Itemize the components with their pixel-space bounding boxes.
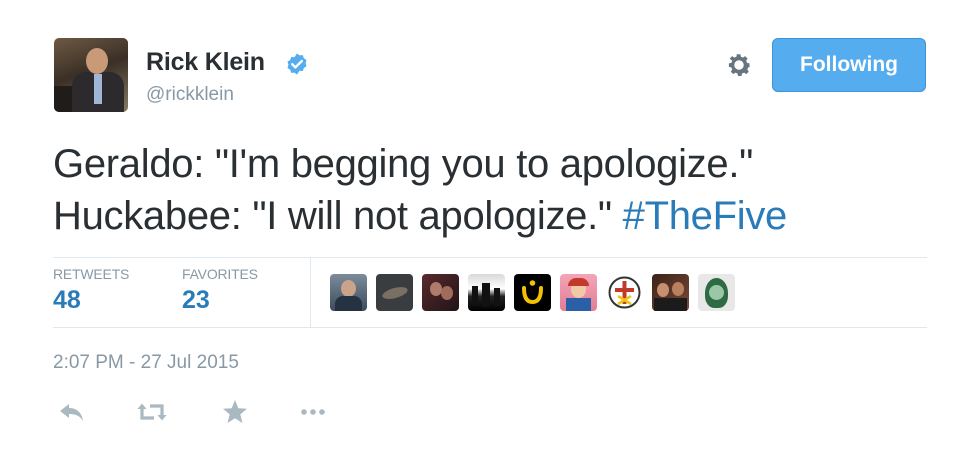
gear-icon[interactable] — [724, 50, 754, 80]
hashtag-link[interactable]: #TheFive — [623, 194, 788, 238]
reply-icon[interactable] — [56, 398, 88, 426]
tweet-line-1: Geraldo: "I'm begging you to apologize." — [53, 142, 754, 186]
nun-glyph-icon — [522, 280, 543, 305]
favoriter-avatar-6[interactable] — [560, 274, 597, 311]
favoriter-avatar-1[interactable] — [330, 274, 367, 311]
favoriter-avatar-7[interactable] — [606, 274, 643, 311]
favoriter-avatar-5[interactable] — [514, 274, 551, 311]
favoriter-avatar-3[interactable] — [422, 274, 459, 311]
favoriter-avatar-9[interactable] — [698, 274, 735, 311]
tweet-timestamp[interactable]: 2:07 PM - 27 Jul 2015 — [53, 352, 239, 374]
tweet-text: Geraldo: "I'm begging you to apologize."… — [53, 138, 933, 242]
avatar-tie — [94, 74, 102, 104]
retweet-icon[interactable] — [136, 398, 168, 426]
favoriter-avatar-8[interactable] — [652, 274, 689, 311]
stats-vertical-divider — [310, 257, 311, 327]
favoriter-avatar-4[interactable] — [468, 274, 505, 311]
following-button[interactable]: Following — [772, 38, 926, 92]
avatar-face — [86, 48, 108, 74]
stats-bottom-divider — [53, 327, 927, 328]
favorites-label[interactable]: FAVORITES — [182, 266, 258, 282]
emblem-icon — [608, 276, 641, 309]
verified-badge-icon — [287, 53, 307, 75]
stats-top-divider — [53, 257, 927, 258]
retweets-label[interactable]: RETWEETS — [53, 266, 129, 282]
favorites-count[interactable]: 23 — [182, 286, 210, 315]
author-handle[interactable]: @rickklein — [146, 84, 234, 106]
author-avatar[interactable] — [54, 38, 128, 112]
retweets-count[interactable]: 48 — [53, 286, 81, 315]
author-name[interactable]: Rick Klein — [146, 48, 265, 77]
tweet-line-2-text: Huckabee: "I will not apologize." — [53, 194, 623, 238]
favorite-star-icon[interactable] — [219, 398, 251, 426]
favoriter-avatars — [330, 274, 735, 311]
tweet-line-2: Huckabee: "I will not apologize." #TheFi… — [53, 190, 933, 242]
more-icon[interactable] — [298, 398, 330, 426]
favoriter-avatar-2[interactable] — [376, 274, 413, 311]
